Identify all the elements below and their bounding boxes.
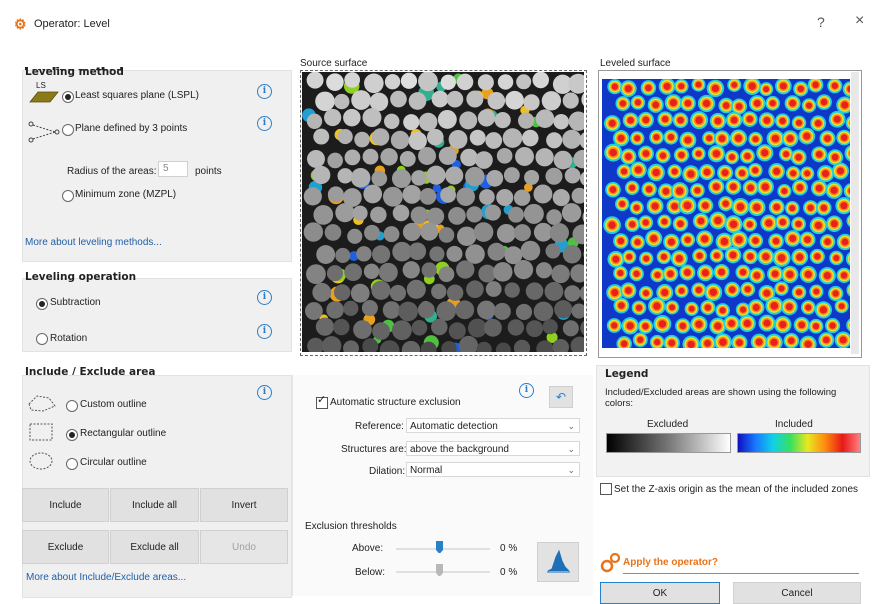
below-slider-track[interactable] [396,571,490,573]
chevron-down-icon: ⌄ [567,463,575,478]
thresholds-title: Exclusion thresholds [305,521,397,532]
dilation-label: Dilation: [369,466,405,477]
above-slider-track[interactable] [396,548,490,550]
include-all-button[interactable]: Include all [110,488,199,522]
z-axis-label: Set the Z-axis origin as the mean of the… [614,484,858,495]
radio-three-points[interactable] [62,124,74,136]
legend-panel [596,365,870,477]
custom-outline-icon [25,392,59,414]
leveling-operation-title: Leveling operation [25,271,136,283]
more-include-exclude-link[interactable]: More about Include/Exclude areas... [26,572,186,583]
exclude-all-button[interactable]: Exclude all [110,530,199,564]
radio-circular-outline[interactable] [66,458,78,470]
info-icon-include-exclude[interactable]: i [257,385,272,400]
radio-rotation-label: Rotation [50,333,87,344]
include-button[interactable]: Include [22,488,109,522]
source-surface-title: Source surface [300,58,367,69]
checkmark-icon: ✓ [317,393,326,406]
included-gradient [737,433,861,453]
structures-label: Structures are: [341,444,407,455]
leveling-method-heading: Leveling method [25,66,124,78]
undo-button[interactable]: Undo [200,530,288,564]
leveled-surface-title: Leveled surface [600,58,671,69]
above-value: 0 % [500,543,517,554]
radio-mzpl-label: Minimum zone (MZPL) [75,189,176,200]
histogram-icon [538,543,578,581]
legend-title: Legend [605,368,648,380]
apply-title: Apply the operator? [623,557,718,568]
chevron-down-icon: ⌄ [567,442,575,457]
close-button[interactable]: × [855,12,864,30]
source-surface-image[interactable] [302,72,584,352]
radio-custom-outline-label: Custom outline [80,399,147,410]
info-icon-lspl[interactable]: i [257,84,272,99]
z-axis-checkbox[interactable] [600,483,612,495]
reference-select[interactable]: Automatic detection ⌄ [406,418,580,433]
dilation-value: Normal [410,465,442,476]
excluded-label: Excluded [647,419,688,430]
structures-select[interactable]: above the background ⌄ [406,441,580,456]
chevron-down-icon: ⌄ [567,419,575,434]
reset-icon[interactable]: ↶ [549,386,573,408]
gears-icon [600,552,622,574]
info-icon-rotation[interactable]: i [257,324,272,339]
cancel-button[interactable]: Cancel [733,582,861,604]
below-slider-thumb[interactable] [436,564,443,576]
title-bar [0,0,875,40]
radio-three-points-label: Plane defined by 3 points [75,123,187,134]
window-title: Operator: Level [34,18,110,30]
histogram-button[interactable] [537,542,579,582]
radio-rotation[interactable] [36,333,48,345]
radio-subtraction-label: Subtraction [50,297,101,308]
auto-exclusion-label: Automatic structure exclusion [330,397,461,408]
radio-rectangular-outline[interactable] [66,429,78,441]
radio-subtraction[interactable] [36,298,48,310]
info-icon-subtraction[interactable]: i [257,290,272,305]
radius-unit: points [195,166,222,177]
radio-lspl[interactable] [62,91,74,103]
invert-button[interactable]: Invert [200,488,288,522]
radio-mzpl[interactable] [62,190,74,202]
below-label: Below: [355,567,385,578]
operator-gear-icon: ⚙ [14,16,27,33]
radio-lspl-label: Least squares plane (LSPL) [75,90,199,101]
help-button[interactable]: ? [817,14,825,30]
legend-description: Included/Excluded areas are shown using … [605,387,860,409]
below-value: 0 % [500,567,517,578]
leveled-scrollbar[interactable] [851,72,859,354]
radius-label: Radius of the areas: [67,166,157,177]
structures-value: above the background [410,444,509,455]
reference-label: Reference: [355,421,404,432]
exclude-button[interactable]: Exclude [22,530,109,564]
reference-value: Automatic detection [410,421,498,432]
dilation-select[interactable]: Normal ⌄ [406,462,580,477]
radius-input[interactable]: 5 [158,161,188,177]
leveled-surface-image [602,79,850,348]
include-exclude-panel [22,375,292,598]
above-label: Above: [352,543,383,554]
three-points-icon [27,118,63,144]
radio-custom-outline[interactable] [66,400,78,412]
radio-rectangular-outline-label: Rectangular outline [80,428,166,439]
rectangular-outline-icon [25,420,59,444]
more-leveling-methods-link[interactable]: More about leveling methods... [25,237,162,248]
ls-badge: LS [36,81,46,90]
circular-outline-icon [25,450,59,472]
ok-button[interactable]: OK [600,582,720,604]
excluded-gradient [606,433,731,453]
info-icon-structure[interactable]: i [519,383,534,398]
info-icon-three-points[interactable]: i [257,116,272,131]
above-slider-thumb[interactable] [436,541,443,553]
apply-divider [623,573,859,574]
radio-circular-outline-label: Circular outline [80,457,147,468]
included-label: Included [775,419,813,430]
